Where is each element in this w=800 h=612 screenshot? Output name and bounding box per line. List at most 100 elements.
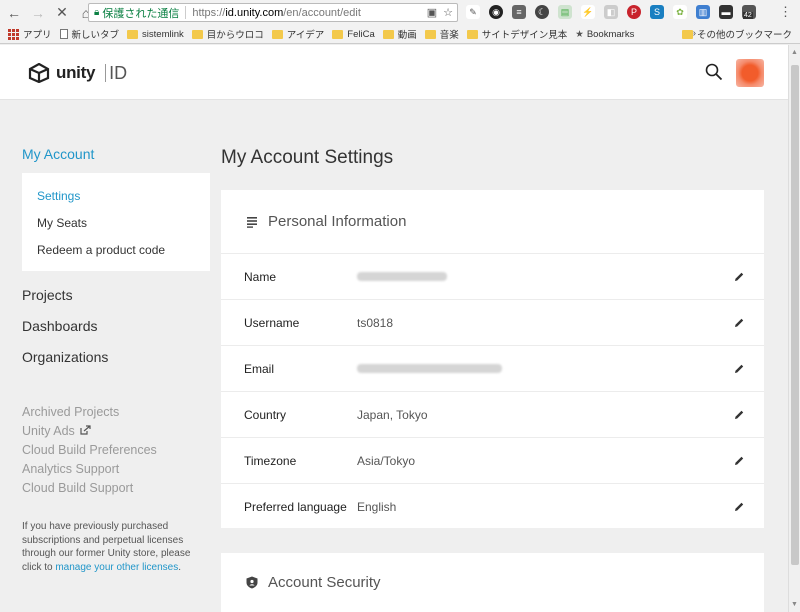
apps-grid-icon — [8, 28, 19, 40]
bolt-extension-icon[interactable]: ⚡ — [581, 5, 595, 19]
browser-chrome: ← → ✕ ⌂ 🔒︎ 保護された通信 https://id.unity.com/… — [0, 0, 800, 44]
address-divider — [185, 6, 187, 19]
extensions-area: ✎ ◉ ≡ ☾ ▤ ⚡ ◧ P S ✿ ▥ ▬ 42 — [466, 5, 756, 19]
s-extension-icon[interactable]: S — [650, 5, 664, 19]
lock-icon: 🔒︎ — [94, 7, 100, 18]
sidebar-submenu: Settings My Seats Redeem a product code — [22, 173, 210, 271]
url-path: /en/account/edit — [283, 6, 361, 19]
pen-extension-icon[interactable]: ✎ — [466, 5, 480, 19]
sidebar-item-unity-ads[interactable]: Unity Ads — [22, 424, 91, 438]
sidebar-item-projects[interactable]: Projects — [22, 287, 73, 303]
secure-label: 保護された通信 — [102, 7, 180, 20]
bookmark-label: Bookmarks — [586, 28, 635, 40]
field-label: Country — [244, 407, 287, 422]
edit-pencil-icon[interactable] — [733, 271, 745, 283]
cast-extension-icon[interactable]: 42 — [742, 5, 756, 19]
manage-licenses-link[interactable]: manage your other licenses — [55, 562, 178, 573]
logo-word: unity — [56, 63, 96, 82]
sidebar-item-settings[interactable]: Settings — [37, 189, 80, 203]
bookmark-label: sistemlink — [142, 28, 184, 40]
page-title: My Account Settings — [221, 147, 394, 168]
legacy-licenses-note: If you have previously purchased subscri… — [22, 520, 207, 574]
pinterest-extension-icon[interactable]: P — [627, 5, 641, 19]
bookmark-folder-mekara[interactable]: 目からウロコ — [191, 27, 264, 41]
bookmark-folder-music[interactable]: 音楽 — [424, 27, 459, 41]
browser-menu-icon[interactable]: ⋮ — [779, 5, 792, 19]
url-text: https://id.unity.com/en/account/edit — [192, 7, 361, 19]
sidebar-item-archived-projects[interactable]: Archived Projects — [22, 405, 119, 419]
bookmark-label: 音楽 — [439, 30, 459, 41]
url-scheme: https:// — [192, 6, 226, 19]
edit-pencil-icon[interactable] — [733, 409, 745, 421]
circle-extension-icon[interactable]: ◉ — [489, 5, 503, 19]
edit-pencil-icon[interactable] — [733, 317, 745, 329]
field-value: Japan, Tokyo — [357, 407, 428, 422]
stop-icon[interactable]: ✕ — [52, 3, 72, 23]
back-arrow-icon[interactable]: ← — [4, 3, 24, 23]
sidebar-item-label: Unity Ads — [22, 424, 75, 438]
rss-extension-icon[interactable]: ◧ — [604, 5, 618, 19]
unity-cube-icon — [28, 63, 50, 83]
sidebar-item-dashboards[interactable]: Dashboards — [22, 318, 98, 334]
personal-information-card: Personal Information Name Username ts0818 E… — [221, 190, 764, 528]
edit-pencil-icon[interactable] — [733, 501, 745, 513]
folder-icon — [332, 29, 344, 39]
bookmark-label: 目からウロコ — [206, 30, 264, 41]
folder-icon — [424, 29, 436, 39]
address-bar[interactable]: 🔒︎ 保護された通信 https://id.unity.com/en/accou… — [88, 3, 458, 22]
sidebar-item-my-account[interactable]: My Account — [22, 146, 94, 162]
bookmark-folder-idea[interactable]: アイデア — [271, 27, 325, 41]
sidebar-item-cloud-build-support[interactable]: Cloud Build Support — [22, 481, 133, 495]
folder-icon — [681, 29, 693, 39]
sidebar-item-analytics-support[interactable]: Analytics Support — [22, 462, 119, 476]
bookmark-bookmarks[interactable]: ★ Bookmarks — [575, 29, 634, 40]
bookmark-folder-felica[interactable]: FeliCa — [332, 29, 375, 40]
tab-extension-icon[interactable]: ▥ — [696, 5, 710, 19]
scroll-down-icon[interactable]: ▼ — [791, 601, 798, 608]
bookmark-apps[interactable]: アプリ — [8, 27, 52, 41]
other-bookmarks[interactable]: その他のブックマーク — [681, 25, 792, 43]
note-end: . — [178, 561, 181, 573]
folder-icon — [127, 29, 139, 39]
folder-icon — [271, 29, 283, 39]
scroll-up-icon[interactable]: ▲ — [791, 49, 798, 56]
terminal-extension-icon[interactable]: ▬ — [719, 5, 733, 19]
bookmark-folder-sistemlink[interactable]: sistemlink — [127, 29, 184, 40]
bookmark-label: アイデア — [286, 30, 325, 41]
bookmark-label: 動画 — [397, 30, 417, 41]
evernote-extension-icon[interactable]: ≡ — [512, 5, 526, 19]
card-title: Personal Information — [268, 213, 407, 230]
folder-icon — [382, 29, 394, 39]
page-scrollbar[interactable]: ▲ ▼ — [788, 45, 800, 612]
bookmark-folder-design[interactable]: サイトデザイン見本 — [466, 27, 567, 41]
bookmark-folder-video[interactable]: 動画 — [382, 27, 417, 41]
unity-id-logo[interactable]: unity ID — [28, 63, 127, 83]
star-icon: ★ — [575, 28, 584, 40]
bookmark-new-tab[interactable]: 新しいタブ — [59, 27, 119, 41]
redacted-value — [357, 364, 502, 373]
field-row-preferred-language: Preferred language English — [221, 484, 764, 530]
edit-pencil-icon[interactable] — [733, 363, 745, 375]
url-host: id.unity.com — [225, 6, 284, 19]
bookmark-star-icon[interactable]: ☆ — [443, 6, 453, 19]
forward-arrow-icon[interactable]: → — [28, 3, 48, 23]
extension-badge: 42 — [743, 12, 753, 19]
field-label: Name — [244, 269, 277, 284]
sidebar-item-redeem-code[interactable]: Redeem a product code — [37, 243, 165, 257]
sidebar-item-my-seats[interactable]: My Seats — [37, 216, 87, 230]
sidebar-item-cloud-build-preferences[interactable]: Cloud Build Preferences — [22, 443, 157, 457]
moon-extension-icon[interactable]: ☾ — [535, 5, 549, 19]
android-extension-icon[interactable]: ✿ — [673, 5, 687, 19]
card-header: Personal Information — [221, 190, 764, 254]
other-bookmarks-label: その他のブックマーク — [696, 30, 792, 41]
sidebar-item-organizations[interactable]: Organizations — [22, 349, 108, 365]
search-icon[interactable] — [705, 63, 723, 81]
translate-icon[interactable]: ▣ — [427, 6, 437, 19]
avatar[interactable] — [736, 59, 764, 87]
scrollbar-thumb[interactable] — [791, 65, 799, 565]
doc-extension-icon[interactable]: ▤ — [558, 5, 572, 19]
page-icon — [59, 29, 68, 39]
field-label: Preferred language — [244, 500, 347, 514]
field-label: Username — [244, 315, 300, 330]
edit-pencil-icon[interactable] — [733, 455, 745, 467]
